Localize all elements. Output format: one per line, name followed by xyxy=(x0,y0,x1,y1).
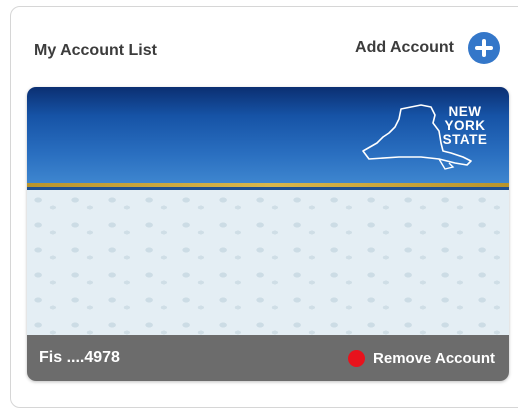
red-dot-icon[interactable] xyxy=(348,349,366,367)
logo-line-3: STATE xyxy=(442,132,488,147)
new-york-state-logo: NEW YORK STATE xyxy=(359,101,495,175)
page-title: My Account List xyxy=(34,42,157,59)
card-pattern-area xyxy=(27,190,509,335)
account-card[interactable]: NEW YORK STATE Fis ....4978 Remove Accou… xyxy=(27,87,509,381)
card-footer-bar: Fis ....4978 Remove Account xyxy=(27,335,509,381)
logo-line-2: YORK xyxy=(444,118,486,133)
account-list-header: My Account List Add Account xyxy=(34,32,500,72)
logo-line-1: NEW xyxy=(448,104,482,119)
ny-logo-text: NEW YORK STATE xyxy=(435,105,495,147)
add-account-label[interactable]: Add Account xyxy=(355,39,454,57)
remove-account-label[interactable]: Remove Account xyxy=(373,350,495,367)
account-number: Fis ....4978 xyxy=(39,349,120,366)
add-account-button[interactable]: Add Account xyxy=(355,32,500,64)
plus-circle-icon[interactable] xyxy=(468,32,500,64)
remove-account-button[interactable]: Remove Account xyxy=(348,349,495,367)
